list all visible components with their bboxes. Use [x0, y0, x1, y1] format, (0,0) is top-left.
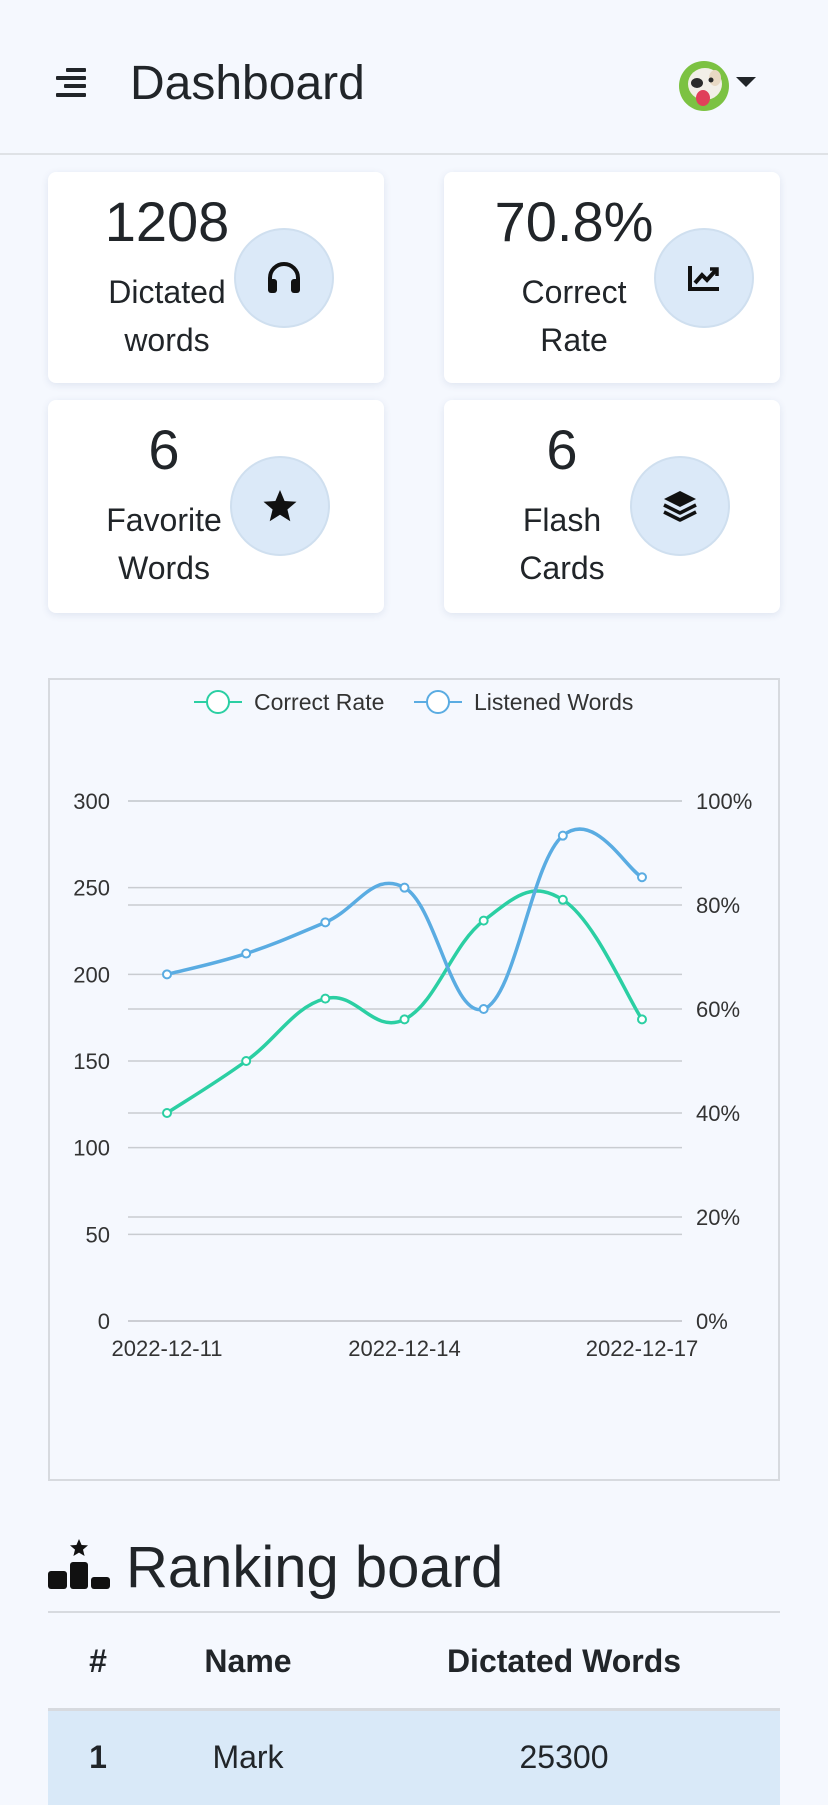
- data-point-correct-rate: [637, 1014, 647, 1025]
- data-point-listened-words: [320, 917, 331, 928]
- divider: [48, 1611, 780, 1613]
- y-right-tick-label: 60%: [696, 997, 740, 1022]
- y-left-tick-label: 50: [86, 1222, 110, 1247]
- legend-label-correct-rate: Correct Rate: [254, 689, 384, 715]
- column-header-dictated-words: Dictated Words: [446, 1642, 682, 1679]
- legend-marker-listened-words: [426, 690, 450, 714]
- line-chart: Correct Rate Listened Words 0 50 100 150 200 2…: [73, 689, 752, 1361]
- stat-card-correct-rate: 70.8% Correct Rate: [444, 172, 780, 383]
- table-row: 1 Mark 25300: [48, 1709, 780, 1805]
- data-point-correct-rate: [399, 1014, 410, 1025]
- name-cell: Mark: [212, 1739, 284, 1776]
- page-title: Dashboard: [130, 57, 365, 110]
- stat-label-line2: Cards: [519, 550, 605, 586]
- stat-value: 70.8%: [494, 190, 654, 253]
- data-point-correct-rate: [241, 1056, 252, 1066]
- legend-label-listened-words: Listened Words: [474, 689, 633, 715]
- y-left-tick-label: 150: [73, 1049, 110, 1074]
- data-point-listened-words: [557, 830, 568, 841]
- ranking-table: # Name Dictated Words 1 Mark 25300: [48, 1615, 780, 1805]
- stat-card-dictated-words: 1208 Dictated words: [48, 172, 384, 383]
- data-point-listened-words: [162, 969, 172, 980]
- data-point-listened-words: [637, 872, 647, 883]
- y-left-tick-label: 250: [73, 876, 110, 901]
- rank-cell: 1: [89, 1739, 107, 1776]
- y-right-tick-label: 20%: [696, 1205, 740, 1230]
- data-point-correct-rate: [320, 993, 331, 1004]
- y-right-tick-label: 100%: [696, 789, 752, 814]
- data-point-correct-rate: [557, 894, 568, 905]
- y-left-tick-label: 300: [73, 789, 110, 814]
- stats-chart: Correct Rate Listened Words 0 50 100 150 200 2…: [48, 678, 780, 1481]
- y-left-tick-label: 100: [73, 1136, 110, 1161]
- star-icon: [230, 456, 330, 556]
- table-header-row: # Name Dictated Words: [48, 1615, 780, 1709]
- stat-label-line2: Words: [118, 550, 210, 586]
- stat-label-line2: words: [124, 322, 210, 358]
- x-tick-label: 2022-12-14: [348, 1336, 461, 1361]
- ranking-header: Ranking board: [48, 1530, 780, 1614]
- stat-card-flash-cards: 6 Flash Cards: [444, 400, 780, 613]
- headphones-icon: [234, 228, 334, 328]
- y-left-tick-label: 0: [98, 1309, 110, 1334]
- podium-icon: [48, 1539, 110, 1589]
- y-left-tick-label: 200: [73, 962, 110, 987]
- data-point-correct-rate: [162, 1108, 172, 1118]
- layers-icon: [630, 456, 730, 556]
- series-line-correct-rate: [166, 889, 644, 1115]
- legend-marker-correct-rate: [206, 690, 230, 714]
- column-header-rank: #: [89, 1642, 107, 1679]
- chart-line-icon: [654, 228, 754, 328]
- words-cell: 25300: [519, 1739, 609, 1776]
- stat-card-favorite-words: 6 Favorite Words: [48, 400, 384, 613]
- y-right-tick-label: 40%: [696, 1101, 740, 1126]
- data-point-listened-words: [241, 948, 252, 959]
- series-line-listened-words: [166, 827, 643, 1012]
- stat-label-line2: Rate: [540, 322, 608, 358]
- data-point-correct-rate: [478, 915, 489, 926]
- y-right-tick-label: 80%: [696, 893, 740, 918]
- y-right-tick-label: 0%: [696, 1309, 728, 1334]
- ranking-title: Ranking board: [126, 1535, 504, 1600]
- column-header-name: Name: [204, 1642, 292, 1679]
- x-tick-label: 2022-12-11: [112, 1336, 223, 1361]
- data-point-listened-words: [478, 1004, 489, 1014]
- x-tick-label: 2022-12-17: [586, 1336, 699, 1361]
- data-point-listened-words: [399, 882, 410, 893]
- chevron-down-icon[interactable]: [736, 77, 756, 87]
- avatar[interactable]: [678, 60, 730, 112]
- user-menu[interactable]: [678, 60, 760, 112]
- top-bar: Dashboard: [0, 0, 828, 155]
- menu-toggle-icon[interactable]: [56, 66, 86, 100]
